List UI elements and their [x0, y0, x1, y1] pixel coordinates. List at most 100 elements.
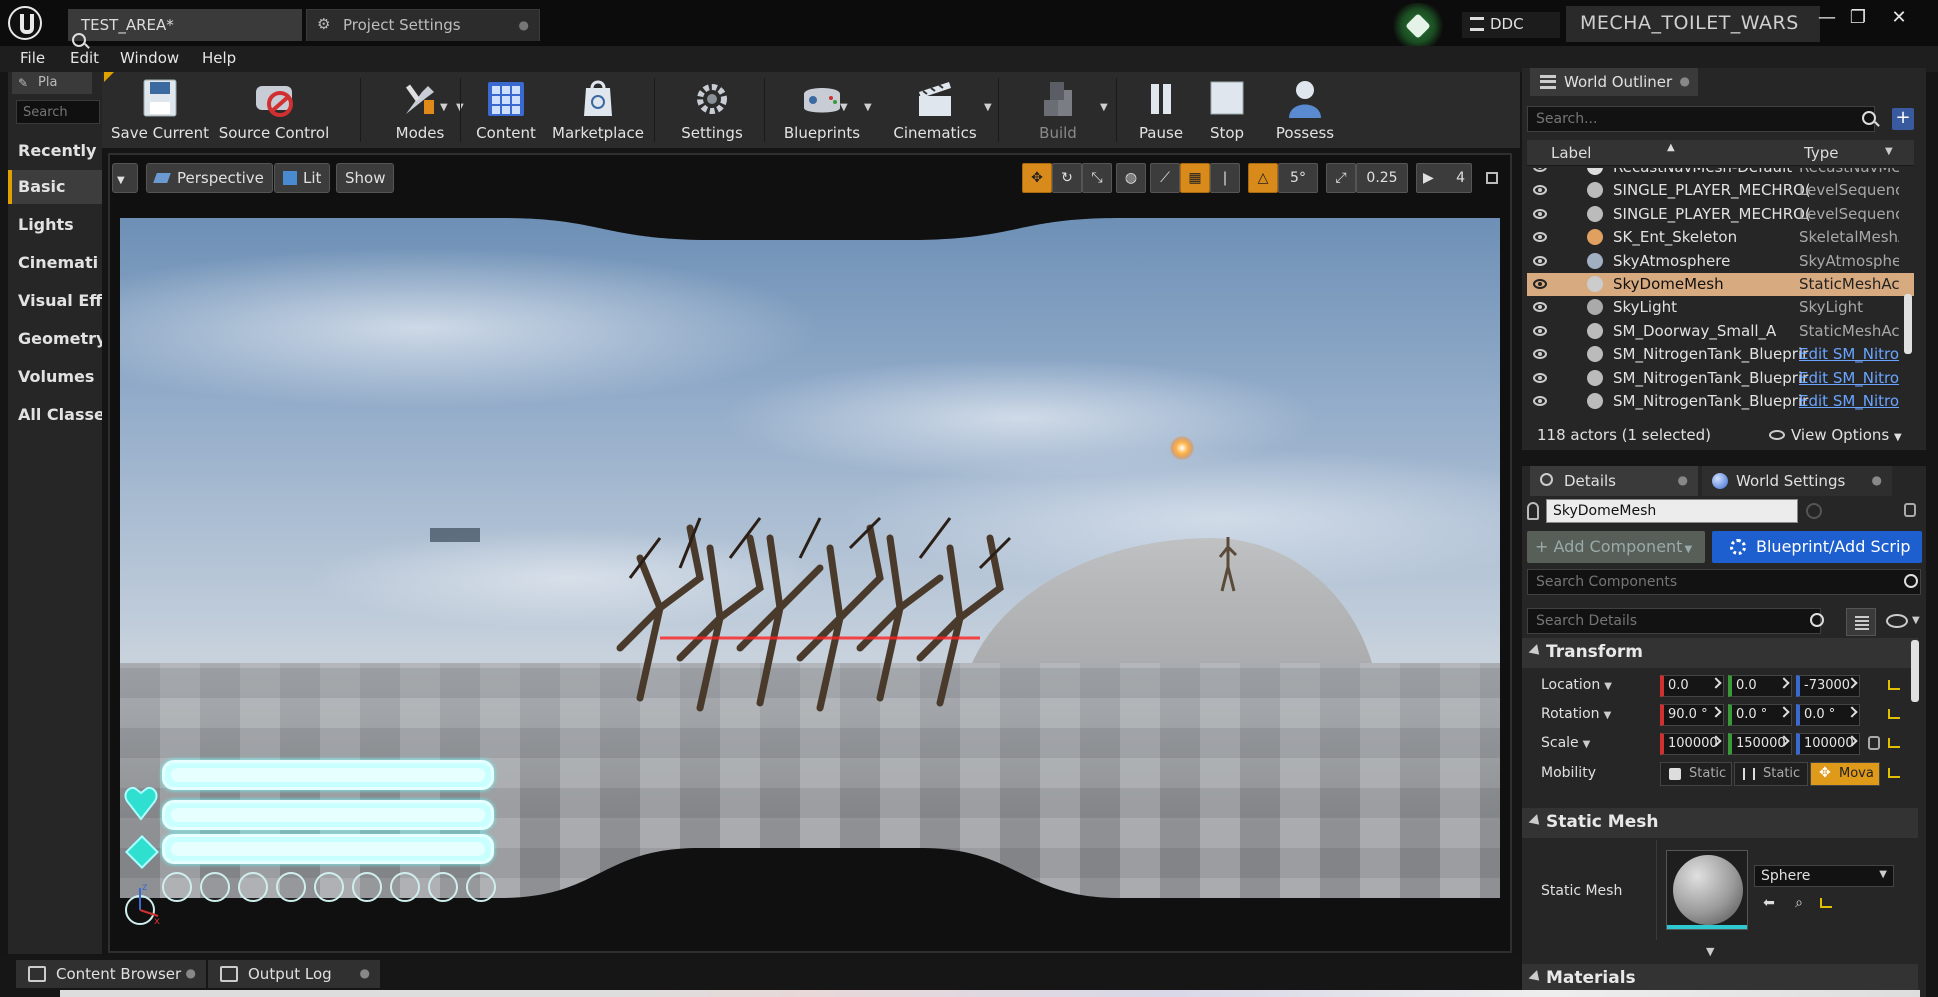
grid-snap-button[interactable]: ▦ [1180, 163, 1210, 193]
place-category-recently-placed[interactable]: Recently P [8, 134, 102, 168]
location-x-field[interactable]: 0.0 [1660, 675, 1724, 697]
help-icon[interactable] [1806, 503, 1822, 519]
world-outliner-tab[interactable]: World Outliner ● [1530, 68, 1698, 96]
visibility-eye-icon[interactable] [1533, 372, 1547, 383]
close-icon[interactable]: ● [1680, 74, 1690, 88]
menu-edit[interactable]: Edit [70, 49, 99, 67]
outliner-row[interactable]: SkyDomeMesh StaticMeshActo [1527, 273, 1914, 296]
outliner-row[interactable]: SK_Ent_Skeleton SkeletalMeshA [1527, 226, 1914, 249]
cinematics-button[interactable]: Cinematics ▼ [880, 72, 992, 148]
location-y-field[interactable]: 0.0 [1728, 675, 1792, 697]
reset-rotation-icon[interactable] [1888, 709, 1900, 719]
translate-mode-button[interactable]: ✥ [1022, 163, 1052, 193]
visibility-eye-icon[interactable] [1533, 185, 1547, 196]
source-control-status-button[interactable] [1390, 3, 1446, 49]
camera-speed-button[interactable]: ▶ 4 [1416, 163, 1472, 193]
scale-snap-value[interactable]: 0.25 [1356, 163, 1408, 193]
close-icon[interactable]: ● [1872, 473, 1882, 487]
perspective-button[interactable]: Perspective [146, 163, 273, 193]
rotation-x-field[interactable]: 90.0 ° [1660, 704, 1724, 726]
visibility-eye-icon[interactable] [1533, 325, 1547, 336]
build-button[interactable]: Build ▼ [1008, 72, 1108, 148]
place-search-input[interactable] [16, 100, 100, 124]
outliner-row[interactable]: SINGLE_PLAYER_MECHRO(LevelSequence [1527, 179, 1914, 202]
ddc-button[interactable]: DDC [1462, 12, 1560, 38]
world-settings-tab[interactable]: World Settings ● [1702, 466, 1892, 496]
place-tab[interactable]: ✎ Pla [12, 72, 92, 94]
outliner-row-edit-link[interactable]: Edit SM_Nitro [1799, 345, 1899, 363]
stop-button[interactable]: Stop [1192, 72, 1262, 148]
save-current-button[interactable]: Save Current [110, 72, 210, 148]
visibility-eye-icon[interactable] [1533, 208, 1547, 219]
place-category-basic[interactable]: Basic [8, 170, 102, 204]
reset-mobility-icon[interactable] [1888, 768, 1900, 778]
marketplace-button[interactable]: Marketplace [548, 72, 648, 148]
modes-button[interactable]: Modes ▼ [370, 72, 470, 148]
location-z-field[interactable]: -73000 [1796, 675, 1860, 697]
rotation-label[interactable]: Rotation ▼ [1541, 706, 1611, 722]
lock-icon[interactable] [1904, 503, 1916, 517]
outliner-row-edit-link[interactable]: Edit SM_Nitro [1799, 369, 1899, 387]
outliner-row[interactable]: SM_NitrogenTank_Blueprir Edit SM_Nitro [1527, 367, 1914, 390]
use-selected-arrow-icon[interactable]: ⬅ [1760, 895, 1778, 913]
possess-button[interactable]: Possess [1260, 72, 1350, 148]
outliner-row[interactable]: SM_Doorway_Small_A StaticMeshActo [1527, 320, 1914, 343]
rotation-snap-button[interactable]: △ [1248, 163, 1278, 193]
chevron-down-icon[interactable]: ▼ [1706, 945, 1714, 958]
scale-label[interactable]: Scale ▼ [1541, 735, 1590, 751]
outliner-row-edit-link[interactable]: Edit SM_Nitro [1799, 392, 1899, 410]
menu-help[interactable]: Help [202, 49, 236, 67]
outliner-col-type[interactable]: Type [1804, 144, 1838, 162]
outliner-scrollbar[interactable] [1904, 294, 1912, 354]
outliner-row[interactable]: SINGLE_PLAYER_MECHRO(LevelSequence [1527, 203, 1914, 226]
rotate-mode-button[interactable]: ↻ [1052, 163, 1082, 193]
rotation-snap-value[interactable]: 5° [1278, 163, 1318, 193]
visibility-filter-icon[interactable] [1886, 614, 1908, 628]
lit-button[interactable]: Lit [274, 163, 331, 193]
grid-snap-value[interactable]: ❘ [1210, 163, 1240, 193]
visibility-eye-icon[interactable] [1533, 349, 1547, 360]
output-log-tab[interactable]: Output Log ● [208, 960, 380, 988]
chevron-down-icon[interactable]: ▼ [864, 102, 872, 113]
add-folder-button[interactable]: + [1892, 108, 1914, 130]
close-button[interactable]: ✕ [1884, 4, 1914, 32]
actor-name-input[interactable] [1546, 499, 1798, 523]
visibility-eye-icon[interactable] [1533, 255, 1547, 266]
chevron-down-icon[interactable]: ▼ [1912, 615, 1920, 626]
mobility-movable-button[interactable]: ✥ Mova [1810, 762, 1880, 786]
visibility-eye-icon[interactable] [1533, 279, 1547, 289]
details-tab[interactable]: Details ● [1530, 466, 1698, 496]
world-local-toggle[interactable]: ◍ [1116, 163, 1146, 193]
search-icon[interactable] [1810, 613, 1824, 627]
blueprints-button[interactable]: Blueprints ▼ [772, 72, 872, 148]
place-category-visual-effects[interactable]: Visual Effe [8, 284, 102, 318]
scale-snap-button[interactable]: ⤢ [1326, 163, 1356, 193]
show-button[interactable]: Show [336, 163, 395, 193]
search-icon[interactable] [1862, 111, 1876, 125]
visibility-eye-icon[interactable] [1533, 396, 1547, 406]
static-mesh-select[interactable]: Sphere ▼ [1754, 865, 1894, 887]
content-button[interactable]: Content [466, 72, 546, 148]
reset-scale-icon[interactable] [1888, 738, 1900, 748]
search-icon[interactable] [72, 33, 86, 47]
rotation-y-field[interactable]: 0.0 ° [1728, 704, 1792, 726]
chevron-down-icon[interactable]: ▼ [1885, 146, 1893, 157]
search-icon[interactable] [1904, 574, 1918, 588]
search-details-input[interactable] [1527, 608, 1821, 634]
location-label[interactable]: Location ▼ [1541, 677, 1612, 693]
settings-button[interactable]: Settings ▼ [662, 72, 848, 148]
chevron-down-icon[interactable]: ▼ [984, 102, 992, 113]
mobility-stationary-button[interactable]: Static [1734, 762, 1808, 786]
visibility-eye-icon[interactable] [1533, 302, 1547, 313]
search-components-input[interactable] [1527, 569, 1921, 595]
close-icon[interactable]: ● [519, 18, 529, 32]
details-scrollbar[interactable] [1911, 640, 1919, 702]
outliner-row[interactable]: RecastNavMesh-DefaultRecastNavMes [1527, 168, 1914, 179]
view-options-button[interactable]: View Options ▼ [1769, 426, 1902, 444]
close-icon[interactable]: ● [360, 966, 370, 980]
outliner-col-label[interactable]: Label [1551, 144, 1591, 162]
outliner-row[interactable]: SM_NitrogenTank_Blueprir Edit SM_Nitro [1527, 390, 1914, 413]
close-icon[interactable]: ● [1678, 473, 1688, 487]
mobility-static-button[interactable]: Static [1660, 762, 1732, 786]
close-icon[interactable]: ● [186, 966, 196, 980]
